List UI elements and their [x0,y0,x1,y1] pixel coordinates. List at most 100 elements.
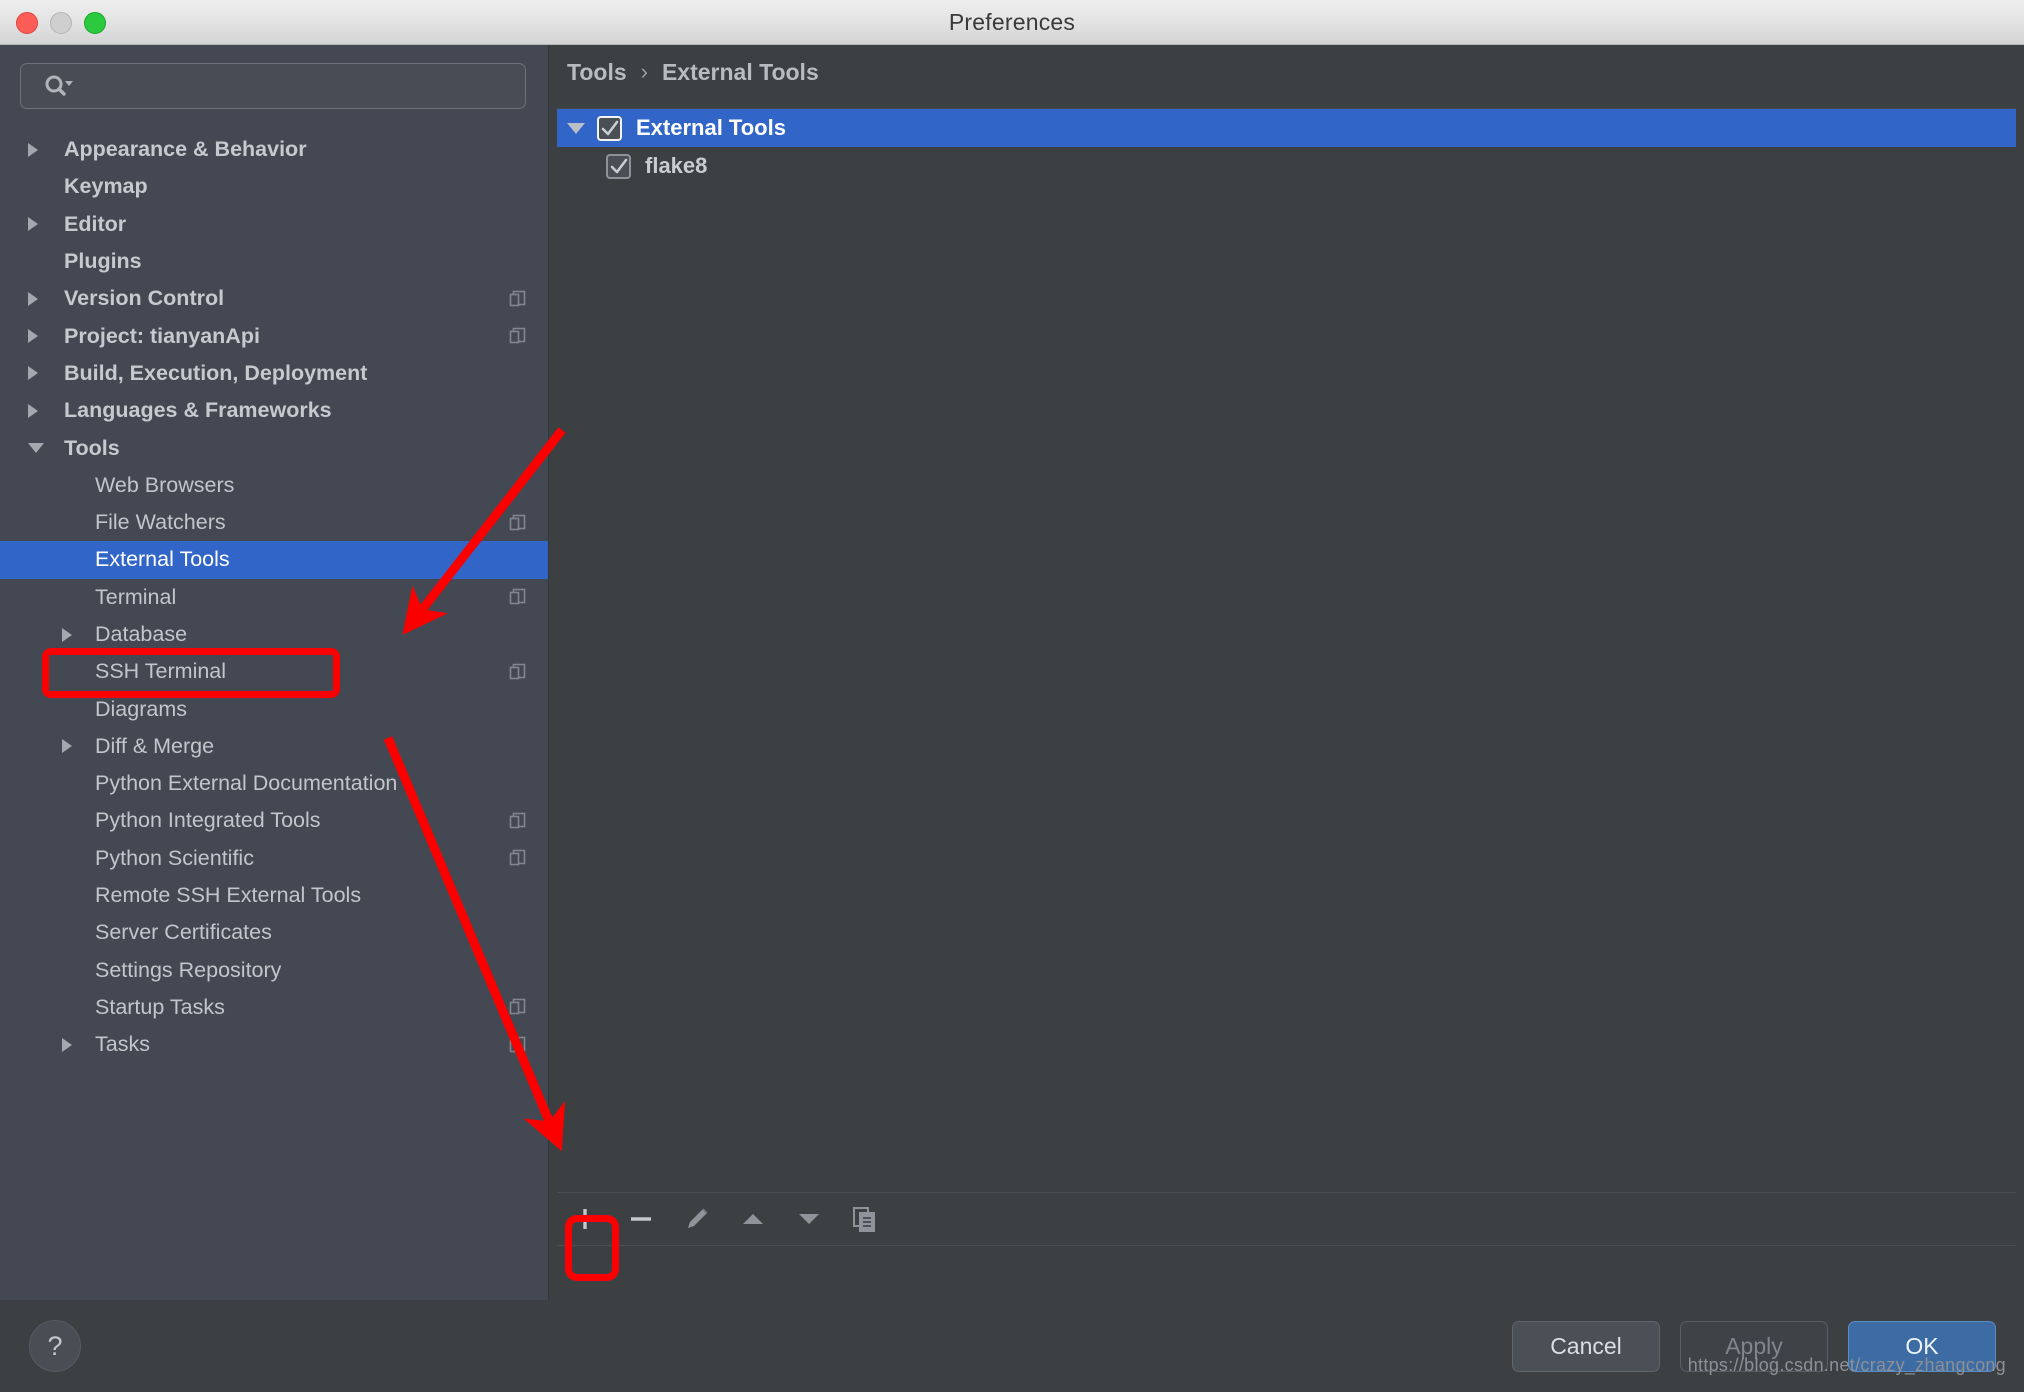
search-icon [43,73,73,99]
tool-tree-label: External Tools [636,115,786,140]
sidebar-item-languages-frameworks[interactable]: Languages & Frameworks [0,392,548,429]
chevron-right-icon[interactable] [28,329,38,344]
sidebar-item-file-watchers[interactable]: File Watchers [0,504,548,541]
copy-settings-icon[interactable] [508,513,528,533]
sidebar-item-label: Appearance & Behavior [64,137,307,162]
sidebar-item-diagrams[interactable]: Diagrams [0,690,548,727]
sidebar-item-label: SSH Terminal [95,659,227,684]
tool-tree-label: flake8 [645,153,708,178]
chevron-right-icon[interactable] [28,217,38,232]
traffic-lights [16,12,106,34]
sidebar-item-editor[interactable]: Editor [0,206,548,243]
sidebar-item-ssh-terminal[interactable]: SSH Terminal [0,653,548,690]
copy-settings-icon[interactable] [508,1035,528,1055]
sidebar-item-label: Settings Repository [95,957,282,982]
copy-settings-icon[interactable] [508,326,528,346]
tool-tree-row[interactable]: External Tools [557,109,2016,147]
sidebar-item-plugins[interactable]: Plugins [0,243,548,280]
move-down-button[interactable] [781,1193,837,1245]
tools-toolbar [557,1192,2016,1246]
sidebar-item-label: Python External Documentation [95,771,398,796]
maximize-button[interactable] [84,12,106,34]
sidebar-item-label: External Tools [95,547,230,572]
chevron-right-icon[interactable] [28,403,38,418]
chevron-down-icon[interactable] [28,443,44,454]
window-title: Preferences [948,8,1076,35]
sidebar-item-label: Python Scientific [95,845,254,870]
chevron-down-icon[interactable] [567,122,585,134]
copy-settings-icon[interactable] [508,587,528,607]
sidebar-item-label: Build, Execution, Deployment [64,360,368,385]
sidebar-item-version-control[interactable]: Version Control [0,280,548,317]
sidebar-item-label: Project: tianyanApi [64,323,260,348]
external-tools-tree: External Tools flake8 [557,108,2016,1192]
sidebar-item-label: Tools [64,435,120,460]
sidebar-item-keymap[interactable]: Keymap [0,168,548,205]
minimize-button[interactable] [50,12,72,34]
copy-settings-icon[interactable] [508,662,528,682]
copy-button[interactable] [837,1193,893,1245]
breadcrumb-current: External Tools [661,58,819,85]
sidebar-item-python-scientific[interactable]: Python Scientific [0,840,548,877]
add-button[interactable] [557,1193,613,1245]
sidebar-item-label: Diagrams [95,696,187,721]
sidebar-item-server-certificates[interactable]: Server Certificates [0,914,548,951]
sidebar-item-project-tianyanapi[interactable]: Project: tianyanApi [0,317,548,354]
sidebar-item-label: Web Browsers [95,472,235,497]
sidebar-item-label: Remote SSH External Tools [95,883,362,908]
chevron-right-icon[interactable] [62,739,72,754]
cancel-button[interactable]: Cancel [1512,1321,1660,1372]
remove-button[interactable] [613,1193,669,1245]
close-button[interactable] [16,12,38,34]
sidebar-item-label: File Watchers [95,510,226,535]
help-button[interactable]: ? [29,1320,81,1372]
copy-settings-icon[interactable] [508,289,528,309]
sidebar-item-label: Startup Tasks [95,994,225,1019]
sidebar-item-label: Diff & Merge [95,733,215,758]
sidebar-item-appearance-behavior[interactable]: Appearance & Behavior [0,131,548,168]
breadcrumb-separator-icon: › [640,59,648,84]
chevron-right-icon[interactable] [62,627,72,642]
sidebar-item-label: Tasks [95,1032,150,1057]
sidebar-item-label: Editor [64,211,127,236]
sidebar-item-tasks[interactable]: Tasks [0,1026,548,1063]
tool-enabled-checkbox[interactable] [606,153,631,179]
search-input[interactable] [73,75,525,97]
sidebar-item-diff-merge[interactable]: Diff & Merge [0,728,548,765]
sidebar-item-settings-repository[interactable]: Settings Repository [0,952,548,989]
settings-tree: Appearance & Behavior Keymap Editor Plugins… [0,131,548,1063]
sidebar-item-label: Server Certificates [95,920,272,945]
main-panel: Tools › External Tools External Tools fla… [548,45,2024,1300]
sidebar-item-startup-tasks[interactable]: Startup Tasks [0,989,548,1026]
breadcrumb-parent[interactable]: Tools [567,59,627,86]
sidebar-item-python-external-documentation[interactable]: Python External Documentation [0,765,548,802]
sidebar-item-terminal[interactable]: Terminal [0,579,548,616]
copy-settings-icon[interactable] [508,997,528,1017]
sidebar-item-database[interactable]: Database [0,616,548,653]
chevron-right-icon[interactable] [62,1037,72,1052]
copy-settings-icon[interactable] [508,811,528,831]
sidebar-item-tools[interactable]: Tools [0,429,548,466]
chevron-right-icon[interactable] [28,291,38,306]
breadcrumb: Tools › External Tools [549,45,2024,99]
sidebar-item-label: Languages & Frameworks [64,398,332,423]
tool-tree-row[interactable]: flake8 [557,147,2016,185]
sidebar-item-label: Terminal [95,584,177,609]
window-titlebar: Preferences [0,0,2024,45]
edit-button[interactable] [669,1193,725,1245]
sidebar-item-label: Database [95,622,188,646]
search-area [0,45,548,109]
sidebar-item-build-execution-deployment[interactable]: Build, Execution, Deployment [0,355,548,392]
chevron-right-icon[interactable] [28,366,38,381]
sidebar-item-label: Keymap [64,174,148,199]
chevron-right-icon[interactable] [28,142,38,157]
dialog-footer: ? Cancel Apply OK [0,1300,2024,1392]
sidebar-item-web-browsers[interactable]: Web Browsers [0,467,548,504]
sidebar-item-remote-ssh-external-tools[interactable]: Remote SSH External Tools [0,877,548,914]
search-box[interactable] [20,63,526,109]
tool-enabled-checkbox[interactable] [597,115,622,141]
move-up-button[interactable] [725,1193,781,1245]
copy-settings-icon[interactable] [508,848,528,868]
sidebar-item-python-integrated-tools[interactable]: Python Integrated Tools [0,802,548,839]
sidebar-item-external-tools[interactable]: External Tools [0,541,548,579]
